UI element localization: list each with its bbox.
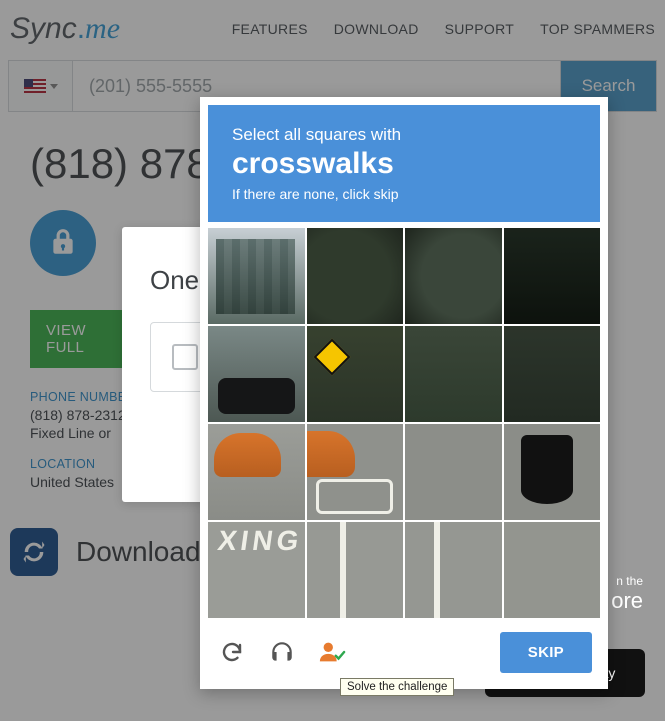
captcha-tile-0-2[interactable] (405, 228, 502, 324)
captcha-tile-3-1[interactable] (307, 522, 404, 618)
captcha-tile-2-2[interactable] (405, 424, 502, 520)
captcha-skip-button[interactable]: SKIP (500, 632, 592, 673)
captcha-tile-1-2[interactable] (405, 326, 502, 422)
captcha-tile-3-3[interactable] (504, 522, 601, 618)
captcha-tile-3-2[interactable] (405, 522, 502, 618)
headphones-icon (269, 639, 295, 665)
person-check-icon (318, 640, 346, 664)
captcha-lead-text: Select all squares with (232, 125, 576, 145)
captcha-panel: Select all squares with crosswalks If th… (200, 97, 608, 689)
captcha-reload-button[interactable] (218, 638, 246, 666)
captcha-tile-2-1[interactable] (307, 424, 404, 520)
captcha-tile-2-0[interactable] (208, 424, 305, 520)
captcha-sub-text: If there are none, click skip (232, 186, 576, 202)
captcha-target-text: crosswalks (232, 147, 576, 182)
captcha-tile-1-1[interactable] (307, 326, 404, 422)
checkbox-icon (172, 344, 198, 370)
captcha-help-button[interactable] (318, 638, 346, 666)
captcha-tile-1-3[interactable] (504, 326, 601, 422)
appstore-badge-partial[interactable]: n the ore (611, 574, 643, 614)
tooltip: Solve the challenge (340, 678, 454, 696)
captcha-tile-0-1[interactable] (307, 228, 404, 324)
captcha-footer: SKIP (208, 618, 600, 681)
captcha-tile-0-3[interactable] (504, 228, 601, 324)
captcha-tile-0-0[interactable] (208, 228, 305, 324)
reload-icon (220, 640, 244, 664)
captcha-tile-3-0[interactable] (208, 522, 305, 618)
captcha-tile-2-3[interactable] (504, 424, 601, 520)
captcha-header: Select all squares with crosswalks If th… (208, 105, 600, 222)
captcha-tile-1-0[interactable] (208, 326, 305, 422)
captcha-audio-button[interactable] (268, 638, 296, 666)
captcha-grid (208, 228, 600, 618)
